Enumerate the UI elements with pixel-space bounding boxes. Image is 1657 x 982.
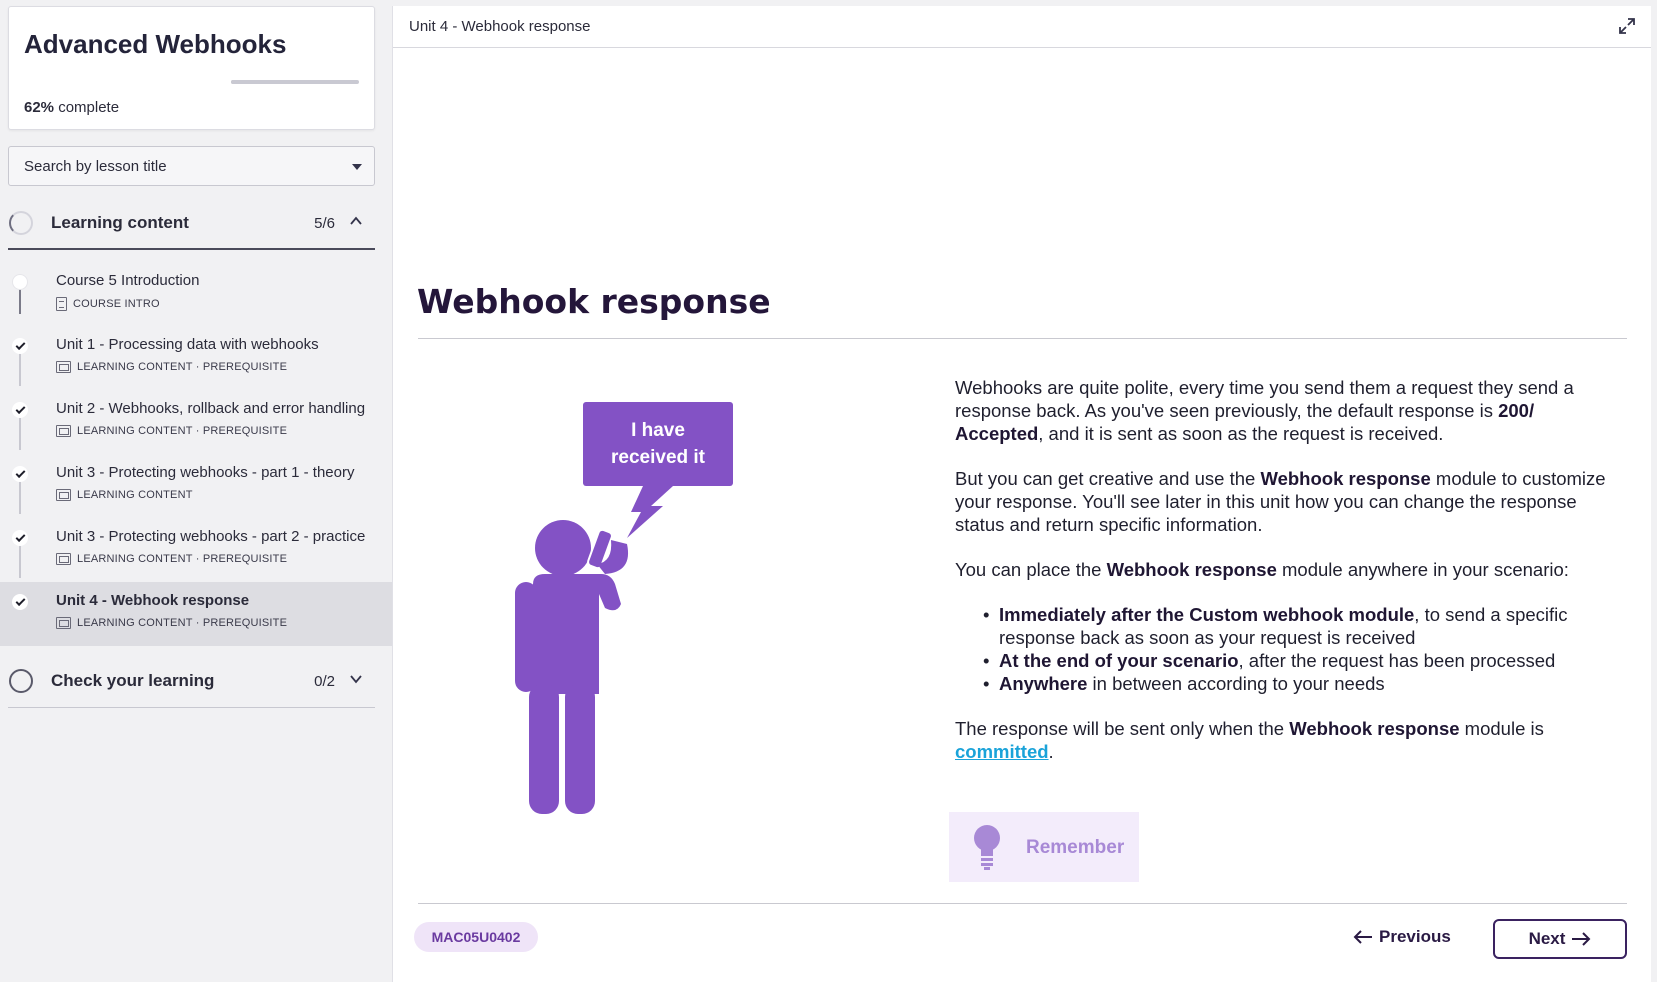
lesson-code-badge: MAC05U0402 (414, 922, 538, 952)
lesson-item[interactable]: Unit 3 - Protecting webhooks - part 2 - … (0, 518, 392, 582)
section-progress-ring-icon (9, 669, 33, 693)
progress-percent: 62% (24, 99, 55, 116)
divider (418, 338, 1627, 339)
lesson-meta-text: LEARNING CONTENT · PREREQUISITE (77, 361, 288, 373)
lesson-meta: LEARNING CONTENT · PREREQUISITE (56, 617, 287, 629)
arrow-left-icon (1353, 930, 1372, 944)
next-button[interactable]: Next (1493, 919, 1627, 959)
course-progress-text: 62% complete (24, 99, 119, 116)
course-progress-fill (231, 80, 311, 84)
lesson-item[interactable]: Unit 1 - Processing data with webhooks L… (0, 326, 392, 390)
lesson-meta-text: LEARNING CONTENT · PREREQUISITE (77, 617, 288, 629)
lesson-title: Unit 2 - Webhooks, rollback and error ha… (56, 400, 366, 417)
expand-fullscreen-icon[interactable] (1617, 16, 1637, 36)
lesson-item[interactable]: Unit 2 - Webhooks, rollback and error ha… (0, 390, 392, 454)
speech-bubble-line-1: I have (631, 420, 685, 441)
checkmark-icon (12, 530, 28, 546)
course-sidebar: Advanced Webhooks 62% complete Search by… (0, 0, 392, 982)
lightbulb-icon (974, 825, 1000, 870)
lesson-meta-text: LEARNING CONTENT · PREREQUISITE (77, 553, 288, 565)
page-title: Webhook response (417, 282, 771, 321)
section-learning-content[interactable]: Learning content 5/6 (8, 198, 375, 250)
lesson-meta: COURSE INTRO (56, 297, 160, 311)
course-title: Advanced Webhooks (24, 29, 287, 59)
chevron-up-icon[interactable] (349, 214, 363, 228)
lesson-meta: LEARNING CONTENT (56, 489, 193, 501)
content-topbar: Unit 4 - Webhook response (393, 6, 1651, 48)
presentation-icon (56, 425, 71, 437)
lesson-meta: LEARNING CONTENT · PREREQUISITE (56, 361, 287, 373)
paragraph: You can place the Webhook response modul… (955, 559, 1569, 580)
lesson-meta: LEARNING CONTENT · PREREQUISITE (56, 425, 287, 437)
checkmark-icon (12, 466, 28, 482)
lesson-title: Course 5 Introduction (56, 272, 200, 289)
lesson-meta-text: LEARNING CONTENT (77, 489, 193, 501)
section-count: 5/6 (314, 215, 335, 232)
list-item: Immediately after the Custom webhook mod… (983, 603, 1625, 649)
lesson-body-text: Webhooks are quite polite, every time yo… (955, 376, 1625, 785)
lesson-item[interactable]: Unit 3 - Protecting webhooks - part 1 - … (0, 454, 392, 518)
previous-label: Previous (1379, 927, 1451, 946)
lesson-title: Unit 3 - Protecting webhooks - part 2 - … (56, 528, 366, 545)
lesson-item-active[interactable]: Unit 4 - Webhook response LEARNING CONTE… (0, 582, 392, 646)
speech-bubble-line-2: received it (611, 447, 706, 468)
lesson-meta-text: COURSE INTRO (73, 298, 160, 310)
presentation-icon (56, 489, 71, 501)
presentation-icon (56, 361, 71, 373)
paragraph: But you can get creative and use the Web… (955, 468, 1606, 535)
progress-suffix: complete (58, 99, 120, 116)
person-on-phone-illustration: I have received it (515, 402, 733, 814)
section-title: Learning content (51, 213, 189, 232)
lesson-list: Course 5 Introduction COURSE INTRO Unit … (0, 262, 392, 646)
remember-label: Remember (1026, 837, 1125, 858)
search-placeholder: Search by lesson title (24, 158, 167, 175)
lesson-meta-text: LEARNING CONTENT · PREREQUISITE (77, 425, 288, 437)
presentation-icon (56, 617, 71, 629)
lesson-meta: LEARNING CONTENT · PREREQUISITE (56, 553, 287, 565)
document-icon (56, 297, 67, 311)
lesson-item[interactable]: Course 5 Introduction COURSE INTRO (0, 262, 392, 326)
list-item: At the end of your scenario, after the r… (983, 649, 1625, 672)
remember-callout-button[interactable]: Remember (949, 812, 1139, 882)
committed-link[interactable]: committed (955, 741, 1049, 762)
section-check-your-learning[interactable]: Check your learning 0/2 (8, 656, 375, 708)
divider (418, 903, 1627, 904)
lesson-content-panel: Unit 4 - Webhook response Webhook respon… (392, 6, 1651, 982)
lesson-title: Unit 4 - Webhook response (56, 592, 250, 609)
next-label: Next (1528, 929, 1566, 948)
chevron-down-icon[interactable] (349, 672, 363, 686)
topbar-title: Unit 4 - Webhook response (409, 18, 591, 35)
checkmark-icon (12, 594, 28, 610)
course-progress-bar (231, 80, 359, 84)
bullet-list: Immediately after the Custom webhook mod… (983, 603, 1625, 695)
arrow-right-icon (1572, 932, 1591, 946)
paragraph: The response will be sent only when the … (955, 718, 1544, 762)
section-count: 0/2 (314, 673, 335, 690)
section-progress-ring-icon (9, 211, 33, 235)
list-item: Anywhere in between according to your ne… (983, 672, 1625, 695)
caret-down-icon (352, 164, 362, 170)
lesson-title: Unit 3 - Protecting webhooks - part 1 - … (56, 464, 355, 481)
previous-button[interactable]: Previous (1353, 919, 1451, 955)
checkmark-icon (12, 402, 28, 418)
section-title: Check your learning (51, 671, 215, 690)
lesson-title: Unit 1 - Processing data with webhooks (56, 336, 319, 353)
checkmark-icon (12, 338, 28, 354)
course-card: Advanced Webhooks 62% complete (8, 6, 375, 130)
paragraph: Webhooks are quite polite, every time yo… (955, 377, 1574, 444)
lesson-status-empty-icon (12, 274, 28, 290)
presentation-icon (56, 553, 71, 565)
lesson-search-dropdown[interactable]: Search by lesson title (8, 146, 375, 186)
